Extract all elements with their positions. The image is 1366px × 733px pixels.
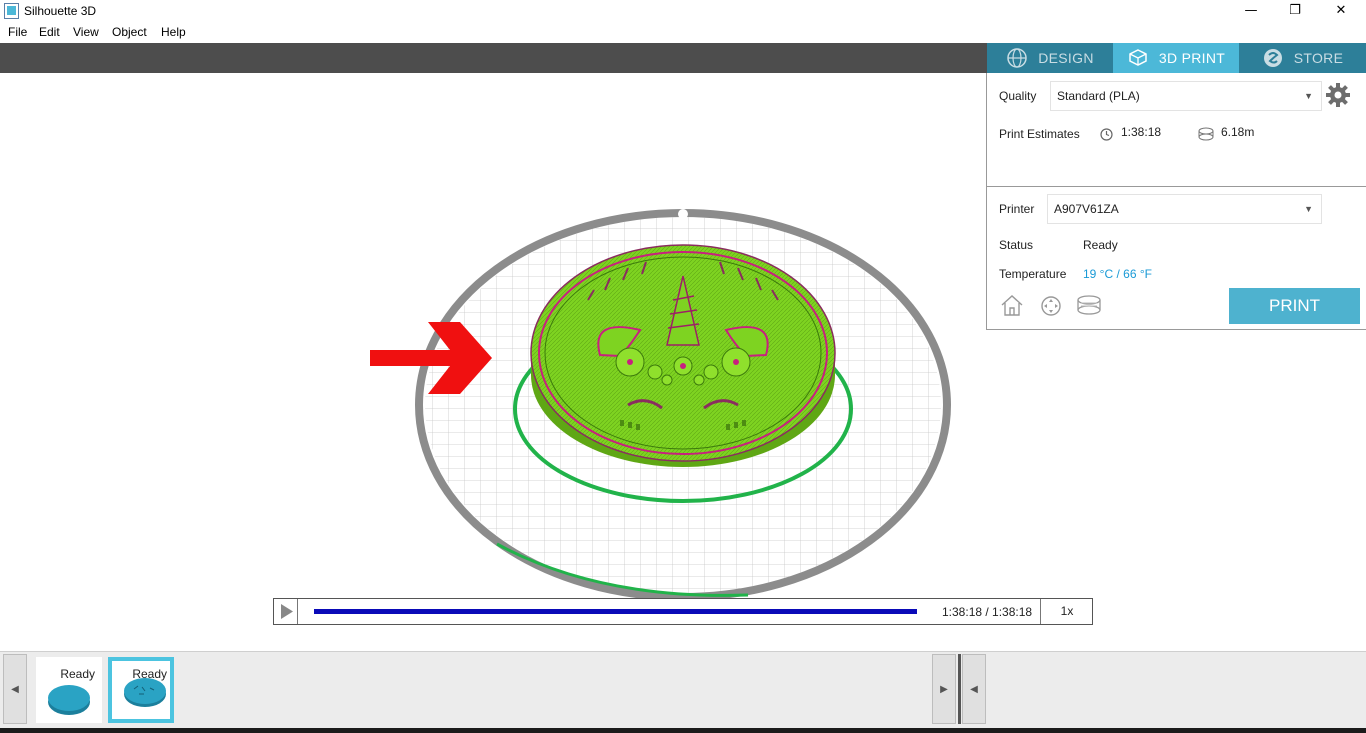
queue-scroll-right-button[interactable]: ▶ [932,654,956,724]
menu-object[interactable]: Object [112,25,147,39]
home-icon[interactable] [999,293,1025,317]
printer-label: Printer [999,202,1035,216]
menu-file[interactable]: File [8,25,27,39]
gear-icon[interactable] [1325,82,1351,108]
workspace-tabs: DESIGN 3D PRINT STORE [987,43,1366,73]
status-label: Status [999,238,1034,252]
tab-3d-print-label: 3D PRINT [1158,50,1226,66]
filament-load-icon[interactable] [1075,293,1103,317]
title-bar: Silhouette 3D — ❐ ✕ [0,0,1366,22]
status-value: Ready [1083,238,1118,252]
chevron-down-icon: ▼ [1304,91,1313,101]
menu-help[interactable]: Help [161,25,186,39]
menu-view[interactable]: View [73,25,99,39]
tab-store-label: STORE [1293,50,1344,66]
move-axes-icon[interactable] [1039,294,1063,318]
temperature-label: Temperature [999,267,1067,281]
plate-notch [678,209,688,219]
play-icon [281,604,293,619]
progress-slider[interactable] [314,609,917,614]
estimate-time: 1:38:18 [1121,125,1162,139]
chevron-down-icon: ▼ [1304,204,1313,214]
printer-select-value: A907V61ZA [1054,202,1119,216]
store-logo-icon [1263,49,1282,67]
job-queue-bar: ◀ Ready Ready ▶ ◀ [0,651,1366,733]
globe-icon [1007,48,1027,68]
printer-select[interactable]: A907V61ZA ▼ [1047,194,1322,224]
maximize-button[interactable]: ❐ [1272,0,1318,22]
queue-scroll-left-button[interactable]: ◀ [3,654,27,724]
toolbar-strip [0,43,987,73]
print-estimates-label: Print Estimates [999,127,1080,141]
printer-panel: Printer A907V61ZA ▼ Status Ready Tempera… [986,187,1366,330]
tab-3d-print[interactable]: 3D PRINT [1113,43,1239,73]
tab-store[interactable]: STORE [1239,43,1366,73]
progress-fill [314,609,917,614]
quality-select[interactable]: Standard (PLA) ▼ [1050,81,1322,111]
temperature-value: 19 °C / 66 °F [1083,267,1152,281]
clock-icon [1100,128,1113,141]
job-thumbnail-selected[interactable]: Ready [108,657,174,723]
close-button[interactable]: ✕ [1318,0,1364,22]
app-logo-icon [4,3,19,19]
filament-spool-icon [1198,127,1214,141]
estimate-filament: 6.18m [1221,125,1255,139]
taskbar-edge [0,728,1366,733]
play-button[interactable] [274,599,298,624]
queue-divider [958,654,961,724]
layer-timeline: 1:38:18 / 1:38:18 1x [273,598,1093,625]
job-thumbnail[interactable]: Ready [36,657,102,723]
window-title: Silhouette 3D [24,4,97,18]
tab-design-label: DESIGN [1038,50,1094,66]
tab-design[interactable]: DESIGN [987,43,1113,73]
coin-model-icon [124,678,166,707]
menu-bar: File Edit View Object Help [0,22,1366,43]
quality-label: Quality [999,89,1037,103]
panel-collapse-button[interactable]: ◀ [962,654,986,724]
playback-speed[interactable]: 1x [1040,599,1093,624]
menu-edit[interactable]: Edit [39,25,60,39]
time-readout: 1:38:18 / 1:38:18 [942,605,1033,619]
print-settings-panel: Quality Standard (PLA) ▼ Print Estimates… [986,73,1366,187]
coin-model-icon [48,685,90,715]
print-button[interactable]: PRINT [1229,288,1360,324]
printer-cube-icon [1129,49,1147,66]
quality-select-value: Standard (PLA) [1057,89,1140,103]
minimize-button[interactable]: — [1228,0,1274,22]
